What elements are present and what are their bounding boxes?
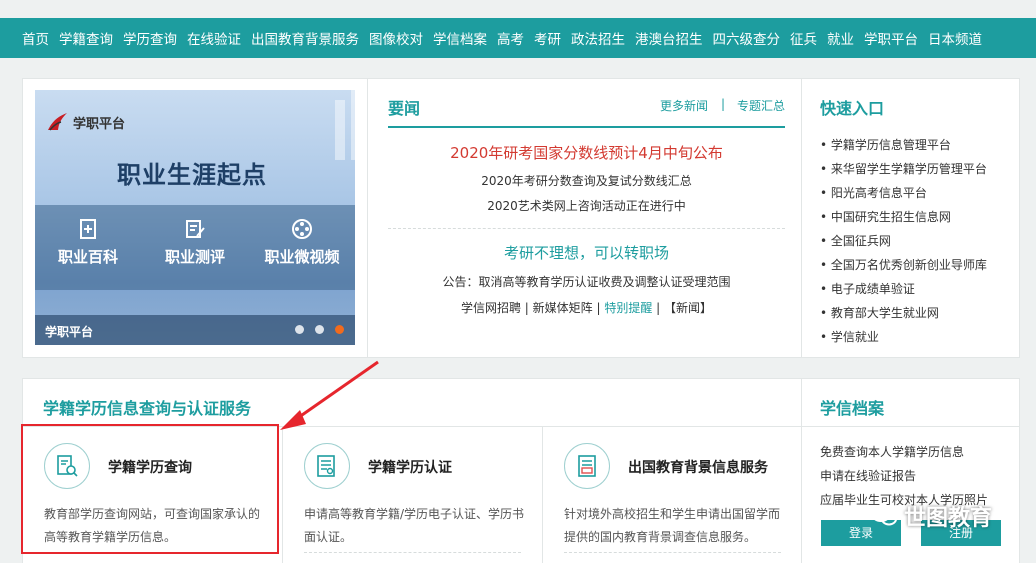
tool-career-assessment[interactable]: 职业测评 bbox=[160, 218, 230, 267]
tool-career-encyclopedia[interactable]: 职业百科 bbox=[55, 218, 121, 267]
nav-item-archive[interactable]: 学信档案 bbox=[433, 28, 487, 48]
nav-item-japan[interactable]: 日本频道 bbox=[928, 28, 982, 48]
quick-entry-item[interactable]: • 学籍学历信息管理平台 bbox=[820, 137, 987, 161]
nav-item-law[interactable]: 政法招生 bbox=[571, 28, 625, 48]
book-plus-icon bbox=[80, 219, 96, 239]
service-desc: 针对境外高校招生和学生申请出国留学而提供的国内教育背景调查信息服务。 bbox=[564, 507, 781, 544]
quick-entry-item[interactable]: • 阳光高考信息平台 bbox=[820, 185, 987, 209]
logo-text: 学职平台 bbox=[73, 116, 126, 132]
banner-footer: 学职平台 bbox=[35, 315, 355, 345]
news-divider bbox=[388, 228, 785, 229]
archive-line: 免费查询本人学籍学历信息 bbox=[820, 445, 965, 459]
film-reel-icon bbox=[292, 219, 312, 239]
dashed-divider bbox=[304, 552, 521, 553]
news-separator: | bbox=[721, 97, 726, 111]
service-name: 学籍学历认证 bbox=[368, 460, 452, 476]
nav-item-verify[interactable]: 在线验证 bbox=[187, 28, 241, 48]
top-nav: 首页 学籍查询 学历查询 在线验证 出国教育背景服务 图像校对 学信档案 高考 … bbox=[0, 18, 1036, 58]
quick-entry-item[interactable]: • 学信就业 bbox=[820, 329, 987, 353]
news-links: 学信网招聘 | 新媒体矩阵 | 特别提醒 | 【新闻】 bbox=[388, 299, 785, 316]
service-desc: 申请高等教育学籍/学历电子认证、学历书面认证。 bbox=[304, 507, 525, 544]
news-item[interactable]: 2020艺术类网上咨询活动正在进行中 bbox=[388, 197, 785, 214]
divider bbox=[801, 78, 802, 358]
tool-label: 职业测评 bbox=[164, 248, 225, 266]
nav-item-gaokao[interactable]: 高考 bbox=[497, 28, 524, 48]
link-separator: | bbox=[652, 301, 665, 315]
headline-link[interactable]: 2020年研考国家分数线预计4月中旬公布 bbox=[388, 142, 785, 163]
carousel-dot-2[interactable] bbox=[315, 325, 324, 334]
watermark: 世图教育 bbox=[870, 500, 992, 532]
career-banner[interactable]: 学职平台 职业生涯起点 职业百科 职业测评 职业微视频 学职平台 bbox=[35, 90, 355, 345]
headline-link[interactable]: 考研不理想，可以转职场 bbox=[388, 242, 785, 263]
services-title: 学籍学历信息查询与认证服务 bbox=[43, 399, 252, 418]
nav-item-military[interactable]: 征兵 bbox=[790, 28, 817, 48]
archive-title: 学信档案 bbox=[820, 399, 885, 418]
quick-entry-title: 快速入口 bbox=[820, 99, 885, 118]
certificate-icon bbox=[317, 455, 335, 477]
nav-item-cet[interactable]: 四六级查分 bbox=[713, 28, 781, 48]
recruit-link[interactable]: 学信网招聘 bbox=[461, 301, 521, 315]
banner-slogan: 职业生涯起点 bbox=[117, 161, 267, 189]
news-underline bbox=[388, 126, 785, 128]
tool-label: 职业微视频 bbox=[264, 248, 340, 266]
media-matrix-link[interactable]: 新媒体矩阵 bbox=[533, 301, 593, 315]
topics-link[interactable]: 专题汇总 bbox=[737, 97, 785, 114]
service-name: 出国教育背景信息服务 bbox=[628, 460, 768, 476]
divider bbox=[282, 427, 283, 563]
annotation-arrow-icon bbox=[280, 360, 379, 430]
quick-entry-item[interactable]: • 来华留学生学籍学历管理平台 bbox=[820, 161, 987, 185]
nav-item-xueji[interactable]: 学籍查询 bbox=[59, 28, 113, 48]
nav-item-xueli[interactable]: 学历查询 bbox=[123, 28, 177, 48]
divider bbox=[801, 378, 802, 563]
highlight-box bbox=[21, 424, 279, 554]
quick-entry-item[interactable]: • 全国征兵网 bbox=[820, 233, 987, 257]
news-title: 要闻 bbox=[388, 99, 421, 118]
more-news-link[interactable]: 更多新闻 bbox=[660, 97, 708, 114]
news-bracket-link[interactable]: 【新闻】 bbox=[664, 301, 712, 315]
career-platform-logo: 学职平台 bbox=[45, 110, 125, 134]
quick-entry-list: • 学籍学历信息管理平台 • 来华留学生学籍学历管理平台 • 阳光高考信息平台 … bbox=[820, 137, 987, 353]
watermark-text: 世图教育 bbox=[904, 506, 993, 531]
nav-item-abroad[interactable]: 出国教育背景服务 bbox=[251, 28, 359, 48]
nav-item-image[interactable]: 图像校对 bbox=[369, 28, 423, 48]
link-separator: | bbox=[520, 301, 533, 315]
divider bbox=[542, 427, 543, 563]
quick-entry-item[interactable]: • 全国万名优秀创新创业导师库 bbox=[820, 257, 987, 281]
tool-label: 职业百科 bbox=[57, 248, 118, 266]
quick-entry-item[interactable]: • 中国研究生招生信息网 bbox=[820, 209, 987, 233]
dashed-divider bbox=[564, 552, 781, 553]
edit-note-icon bbox=[186, 220, 205, 238]
circle-frame bbox=[304, 443, 350, 489]
nav-item-home[interactable]: 首页 bbox=[22, 28, 49, 48]
nav-item-kaoyan[interactable]: 考研 bbox=[534, 28, 561, 48]
banner-footer-label: 学职平台 bbox=[45, 325, 94, 339]
bird-logo-icon bbox=[48, 113, 67, 131]
quick-entry-item[interactable]: • 电子成绩单验证 bbox=[820, 281, 987, 305]
nav-item-jobs[interactable]: 就业 bbox=[827, 28, 854, 48]
carousel-dot-3[interactable] bbox=[335, 325, 344, 334]
nav-item-hmt[interactable]: 港澳台招生 bbox=[635, 28, 703, 48]
carousel-dot-1[interactable] bbox=[295, 325, 304, 334]
quick-entry-item[interactable]: • 教育部大学生就业网 bbox=[820, 305, 987, 329]
tool-career-video[interactable]: 职业微视频 bbox=[259, 218, 345, 267]
divider bbox=[801, 426, 1020, 427]
wechat-icon bbox=[871, 506, 897, 526]
circle-frame bbox=[564, 443, 610, 489]
link-separator: | bbox=[592, 301, 605, 315]
nav-item-career[interactable]: 学职平台 bbox=[864, 28, 918, 48]
news-item[interactable]: 2020年考研分数查询及复试分数线汇总 bbox=[388, 172, 785, 189]
report-icon bbox=[578, 455, 596, 477]
archive-line: 申请在线验证报告 bbox=[820, 469, 917, 483]
notice-link[interactable]: 公告：取消高等教育学历认证收费及调整认证受理范围 bbox=[388, 273, 785, 290]
special-reminder-link[interactable]: 特别提醒 bbox=[604, 301, 652, 315]
divider bbox=[367, 78, 368, 358]
